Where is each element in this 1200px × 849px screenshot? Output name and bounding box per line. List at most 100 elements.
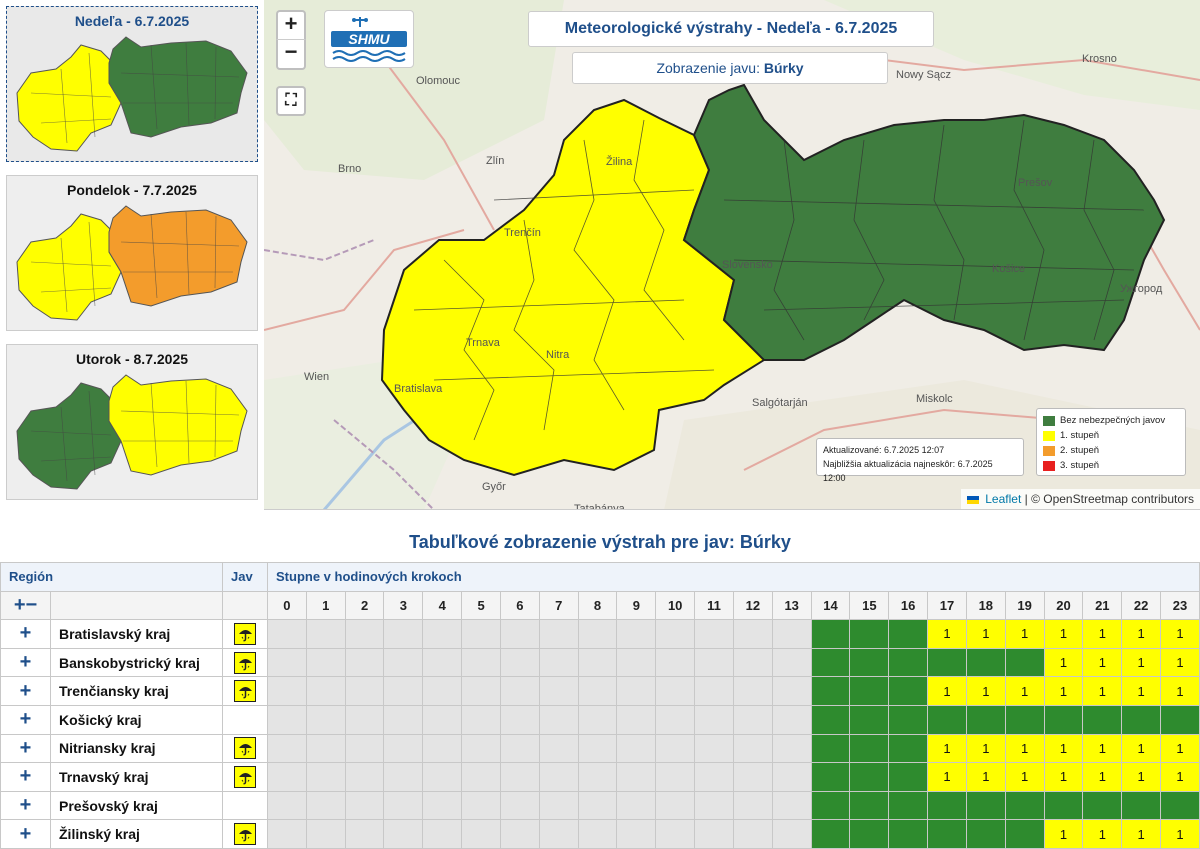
- hour-cell: [383, 647, 424, 678]
- region-name: Bratislavský kraj: [50, 619, 223, 649]
- hour-header: 6: [499, 590, 540, 621]
- hour-cell: [267, 647, 307, 678]
- hour-cell: [965, 647, 1006, 678]
- hour-cell: [771, 733, 812, 764]
- hour-cell: 1: [1121, 676, 1162, 706]
- city-label: Zlín: [486, 155, 504, 167]
- zoom-in-button[interactable]: +: [276, 10, 306, 40]
- hour-cell: [1043, 790, 1084, 821]
- hour-cell: [888, 733, 929, 764]
- hour-cell: [538, 647, 579, 678]
- legend-swatch: [1043, 460, 1055, 471]
- table-row: + Nitriansky kraj 1 1 1 1 1 1 1: [0, 733, 1200, 764]
- hour-cell: 1: [1082, 733, 1123, 764]
- hour-cell: [267, 619, 307, 649]
- thunderstorm-icon: [234, 765, 256, 788]
- hour-cell: [267, 733, 307, 764]
- city-label: Nowy Sącz: [896, 69, 951, 81]
- hour-cell: 1: [1043, 676, 1084, 706]
- hour-cell: [888, 704, 929, 735]
- city-label: Salgótarján: [752, 397, 808, 409]
- thumbnail-region-east: [108, 36, 248, 138]
- hour-cell: [538, 704, 579, 735]
- expand-region-button[interactable]: +: [0, 676, 51, 706]
- expand-region-button[interactable]: +: [0, 619, 51, 649]
- legend-item: 2. stupeň: [1043, 443, 1179, 458]
- city-label: Miskolc: [916, 393, 953, 405]
- hour-cell: [694, 819, 734, 849]
- expand-region-button[interactable]: +: [0, 762, 51, 792]
- day-thumbnail-map: [16, 36, 248, 152]
- hour-cell: 1: [1043, 619, 1084, 649]
- hour-cell: [538, 676, 579, 706]
- hour-cell: [1004, 704, 1045, 735]
- legend-item: 3. stupeň: [1043, 458, 1179, 473]
- hour-cell: 1: [1004, 619, 1045, 649]
- hour-cell: [655, 619, 696, 649]
- day-title: Nedeľa - 6.7.2025: [74, 13, 190, 29]
- city-label: Prešov: [1018, 177, 1053, 189]
- expand-region-button[interactable]: +: [0, 790, 51, 821]
- warning-map[interactable]: Olomouc Zlín Brno Žilina Trenčín Trnava Nitra B…: [264, 0, 1200, 510]
- city-label: Krosno: [1082, 53, 1117, 65]
- zoom-out-button[interactable]: −: [276, 40, 306, 70]
- hour-cell: [1160, 790, 1200, 821]
- hour-cell: [422, 762, 463, 792]
- hour-cell: 1: [1043, 647, 1084, 678]
- fullscreen-button[interactable]: ⛶: [276, 86, 306, 116]
- header-region: Región: [0, 562, 223, 592]
- hour-cell: [694, 647, 734, 678]
- hour-cell: [267, 819, 307, 849]
- hour-cell: [732, 790, 773, 821]
- hour-cell: [538, 819, 579, 849]
- city-label: Olomouc: [416, 75, 461, 87]
- shmu-logo: SHMU: [324, 10, 414, 68]
- jav-cell: [222, 676, 268, 706]
- header-steps: Stupne v hodinových krokoch: [267, 562, 1200, 592]
- expand-region-button[interactable]: +: [0, 819, 51, 849]
- hour-cell: [810, 619, 851, 649]
- expand-region-button[interactable]: +: [0, 733, 51, 764]
- hour-cell: [694, 619, 734, 649]
- region-name: Trenčiansky kraj: [50, 676, 223, 706]
- hour-cell: 1: [1121, 733, 1162, 764]
- day-card-sunday[interactable]: Nedeľa - 6.7.2025: [6, 6, 258, 162]
- jav-cell: [222, 762, 268, 792]
- hour-cell: 1: [1082, 647, 1123, 678]
- hour-cell: [422, 733, 463, 764]
- expand-all-button[interactable]: +−: [0, 590, 51, 621]
- hour-cell: [267, 762, 307, 792]
- hour-cell: [538, 619, 579, 649]
- day-card-tuesday[interactable]: Utorok - 8.7.2025: [6, 344, 258, 500]
- city-label: Győr: [482, 481, 506, 493]
- hour-cell: 1: [1004, 733, 1045, 764]
- region-name: Žilinský kraj: [50, 819, 223, 849]
- ukraine-flag-icon: [966, 495, 979, 504]
- hour-header: 7: [538, 590, 579, 621]
- day-card-monday[interactable]: Pondelok - 7.7.2025: [6, 175, 258, 331]
- hour-cell: [616, 704, 657, 735]
- hour-cell: [732, 704, 773, 735]
- hour-cell: [810, 704, 851, 735]
- hour-cell: [888, 790, 929, 821]
- expand-region-button[interactable]: +: [0, 647, 51, 678]
- day-thumbnail-map: [16, 205, 248, 321]
- hour-cell: [810, 762, 851, 792]
- hour-cell: [267, 676, 307, 706]
- hour-cell: [849, 676, 890, 706]
- expand-region-button[interactable]: +: [0, 704, 51, 735]
- thunderstorm-icon: [234, 651, 256, 674]
- hour-cell: [461, 676, 501, 706]
- hour-cell: [577, 704, 618, 735]
- hour-cell: [305, 704, 346, 735]
- hour-cell: [810, 647, 851, 678]
- hour-cell: [267, 790, 307, 821]
- hour-cell: 1: [965, 619, 1006, 649]
- hour-cell: [732, 676, 773, 706]
- hour-cell: [771, 676, 812, 706]
- hour-cell: [1121, 790, 1162, 821]
- hour-cell: [616, 676, 657, 706]
- hour-cell: [305, 762, 346, 792]
- hour-cell: 1: [1121, 762, 1162, 792]
- leaflet-link[interactable]: Leaflet: [985, 492, 1021, 506]
